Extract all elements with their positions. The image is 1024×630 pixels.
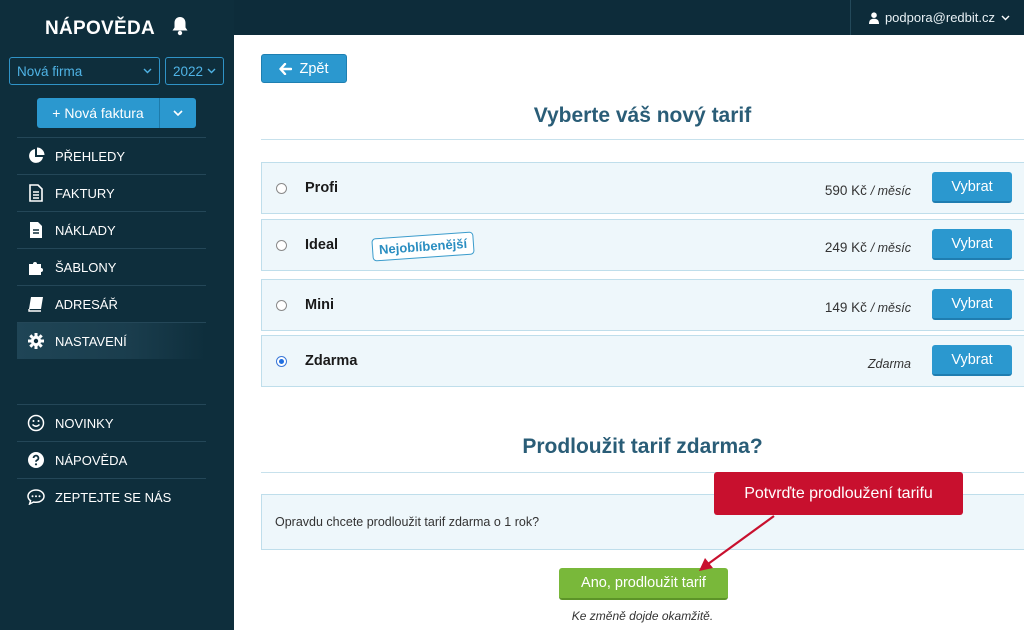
- sidebar: NÁPOVĚDA Nová firma 2022 + Nová faktura …: [0, 0, 234, 630]
- extend-plan-button[interactable]: Ano, prodloužit tarif: [559, 568, 728, 600]
- app-title: NÁPOVĚDA: [44, 17, 156, 39]
- plan-name: Ideal: [305, 237, 339, 253]
- secondary-nav: NOVINKY NÁPOVĚDA ZEPTEJTE SE NÁS: [17, 404, 206, 515]
- plan-radio[interactable]: [276, 183, 287, 194]
- plan-price-value: 249 Kč: [824, 240, 867, 255]
- sidebar-item-prehledy[interactable]: PŘEHLEDY: [17, 137, 206, 174]
- new-invoice-dropdown-button[interactable]: [159, 98, 196, 128]
- sidebar-item-faktury[interactable]: FAKTURY: [17, 174, 206, 211]
- chat-icon: [27, 488, 45, 506]
- question-icon: [27, 451, 45, 469]
- plan-row-mini: Mini 149 Kč / měsíc Vybrat: [261, 279, 1024, 331]
- address-book-icon: [27, 295, 45, 313]
- gear-icon: [27, 332, 45, 350]
- sidebar-item-label: PŘEHLEDY: [55, 148, 126, 164]
- pie-chart-icon: [27, 147, 45, 165]
- chevron-down-icon: [207, 68, 216, 74]
- plan-price: 590 Kč / měsíc: [825, 183, 911, 198]
- sidebar-item-label: ADRESÁŘ: [55, 296, 118, 312]
- expenses-icon: [27, 221, 45, 239]
- main-content: Zpět Vyberte váš nový tarif Profi 590 Kč…: [234, 35, 1024, 630]
- plan-radio[interactable]: [276, 356, 287, 367]
- invoice-icon: [27, 184, 45, 202]
- year-select[interactable]: 2022: [165, 57, 224, 85]
- sidebar-item-label: NÁKLADY: [55, 222, 116, 238]
- smiley-icon: [27, 414, 45, 432]
- sidebar-item-label: FAKTURY: [55, 185, 115, 201]
- sidebar-item-label: ŠABLONY: [55, 259, 117, 275]
- sidebar-item-napoveda[interactable]: NÁPOVĚDA: [17, 441, 206, 478]
- plan-price: Zdarma: [868, 356, 911, 371]
- select-plan-button[interactable]: Vybrat: [932, 289, 1012, 320]
- chevron-down-icon: [1001, 15, 1010, 20]
- bell-icon[interactable]: [171, 16, 189, 41]
- plan-row-profi: Profi 590 Kč / měsíc Vybrat: [261, 162, 1024, 214]
- sidebar-item-label: ZEPTEJTE SE NÁS: [55, 489, 172, 505]
- plan-period: / měsíc: [870, 184, 911, 198]
- chevron-down-icon: [173, 110, 183, 116]
- plan-row-zdarma: Zdarma Zdarma Vybrat: [261, 335, 1024, 387]
- plan-price-value: 590 Kč: [824, 183, 867, 198]
- plan-price: 149 Kč / měsíc: [825, 300, 911, 315]
- top-bar: podpora@redbit.cz: [234, 0, 1024, 35]
- plan-name: Profi: [305, 180, 339, 196]
- popular-badge: Nejoblíbenější: [371, 231, 475, 262]
- plan-radio[interactable]: [276, 240, 287, 251]
- main-nav: PŘEHLEDY FAKTURY NÁKLADY ŠABLONY ADRESÁŘ: [17, 137, 206, 359]
- extend-plan-title: Prodloužit tarif zdarma?: [522, 435, 763, 458]
- puzzle-icon: [27, 258, 45, 276]
- back-button-label: Zpět: [299, 60, 329, 77]
- sidebar-item-label: NOVINKY: [55, 415, 114, 431]
- plan-period: Zdarma: [867, 357, 911, 371]
- user-menu[interactable]: podpora@redbit.cz: [849, 0, 1024, 35]
- select-plan-button[interactable]: Vybrat: [932, 345, 1012, 376]
- plan-price-value: 149 Kč: [824, 300, 867, 315]
- new-invoice-button[interactable]: + Nová faktura: [37, 98, 159, 128]
- annotation-callout: Potvrďte prodloužení tarifu: [714, 472, 963, 515]
- sidebar-item-zeptejte-se-nas[interactable]: ZEPTEJTE SE NÁS: [17, 478, 206, 515]
- user-email: podpora@redbit.cz: [884, 10, 995, 25]
- plan-radio[interactable]: [276, 300, 287, 311]
- plan-row-ideal: Ideal Nejoblíbenější 249 Kč / měsíc Vybr…: [261, 219, 1024, 271]
- change-note: Ke změně dojde okamžitě.: [571, 609, 714, 623]
- context-selects: Nová firma 2022: [9, 57, 224, 85]
- sidebar-item-adresar[interactable]: ADRESÁŘ: [17, 285, 206, 322]
- chevron-down-icon: [143, 68, 152, 74]
- back-button[interactable]: Zpět: [261, 54, 347, 83]
- sidebar-item-label: NÁPOVĚDA: [55, 452, 128, 468]
- sidebar-item-sablony[interactable]: ŠABLONY: [17, 248, 206, 285]
- sidebar-brand: NÁPOVĚDA: [0, 16, 234, 41]
- new-invoice-group: + Nová faktura: [37, 98, 196, 128]
- sidebar-item-novinky[interactable]: NOVINKY: [17, 404, 206, 441]
- user-icon: [868, 11, 879, 24]
- select-plan-button[interactable]: Vybrat: [932, 172, 1012, 203]
- plan-price: 249 Kč / měsíc: [825, 240, 911, 255]
- arrow-left-icon: [279, 62, 293, 75]
- plan-period: / měsíc: [870, 241, 911, 255]
- firm-select-value: Nová firma: [17, 63, 83, 79]
- sidebar-item-naklady[interactable]: NÁKLADY: [17, 211, 206, 248]
- sidebar-item-nastaveni[interactable]: NASTAVENÍ: [17, 322, 206, 359]
- plan-name: Mini: [305, 297, 334, 313]
- plan-name: Zdarma: [305, 353, 358, 369]
- plan-period: / měsíc: [870, 301, 911, 315]
- choose-plan-title: Vyberte váš nový tarif: [533, 104, 752, 127]
- firm-select[interactable]: Nová firma: [9, 57, 160, 85]
- sidebar-item-label: NASTAVENÍ: [55, 333, 127, 349]
- confirm-question: Opravdu chcete prodloužit tarif zdarma o…: [275, 515, 540, 529]
- year-select-value: 2022: [173, 63, 204, 79]
- select-plan-button[interactable]: Vybrat: [932, 229, 1012, 260]
- divider: [261, 139, 1024, 140]
